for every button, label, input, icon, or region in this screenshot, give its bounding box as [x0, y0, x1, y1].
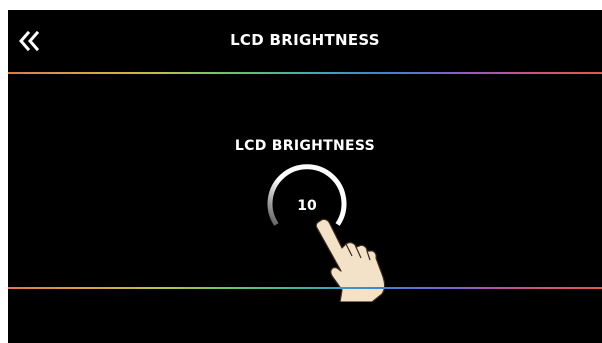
tapping-hand-icon — [310, 216, 396, 303]
page-title: LCD BRIGHTNESS — [230, 31, 380, 49]
device-screen: LCD BRIGHTNESS LCD BRIGHTNESS 10 — [8, 10, 602, 343]
knob-value: 10 — [297, 198, 317, 214]
footer-divider — [8, 287, 602, 289]
header-divider — [8, 72, 602, 74]
parameter-label: LCD BRIGHTNESS — [234, 138, 376, 154]
header-bar: LCD BRIGHTNESS — [8, 10, 602, 72]
